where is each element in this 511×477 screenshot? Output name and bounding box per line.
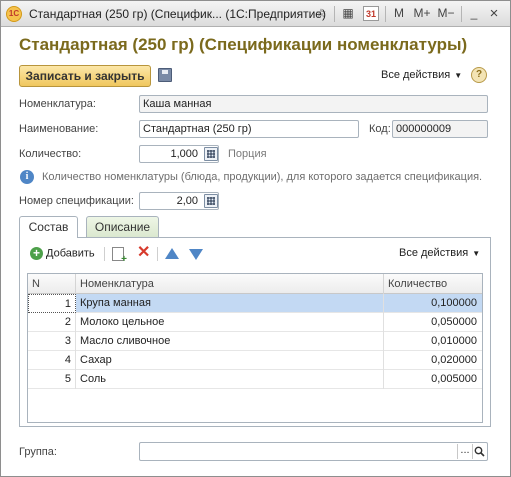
composition-table: N Номенклатура Количество 1 Крупа манная… bbox=[27, 273, 483, 423]
memory-m-button[interactable]: M bbox=[392, 5, 406, 22]
add-button-label: Добавить bbox=[46, 247, 95, 260]
all-actions-menu[interactable]: Все действия ▼ bbox=[381, 69, 462, 81]
table-row[interactable]: 5 Соль 0,005000 bbox=[28, 370, 482, 389]
favorite-star-icon[interactable]: ☆ bbox=[313, 5, 329, 22]
row-nomenclature[interactable]: Крупа манная bbox=[76, 294, 384, 313]
tab-composition[interactable]: Состав bbox=[19, 216, 78, 238]
name-label: Наименование: bbox=[19, 123, 99, 135]
form-title: Стандартная (250 гр) (Спецификации номен… bbox=[19, 35, 468, 54]
add-button[interactable]: + Добавить bbox=[30, 247, 95, 263]
row-nomenclature[interactable]: Масло сливочное bbox=[76, 332, 384, 351]
memory-mplus-button[interactable]: M+ bbox=[411, 5, 433, 22]
calculator-icon[interactable] bbox=[204, 194, 218, 208]
column-header-nomenclature[interactable]: Номенклатура bbox=[76, 274, 384, 294]
code-label: Код: bbox=[369, 123, 391, 135]
table-row[interactable]: 4 Сахар 0,020000 bbox=[28, 351, 482, 370]
name-field[interactable]: Стандартная (250 гр) bbox=[139, 120, 359, 138]
copy-icon[interactable] bbox=[112, 247, 127, 264]
nomenclature-label: Номенклатура: bbox=[19, 98, 96, 110]
nomenclature-field[interactable]: Каша манная bbox=[139, 95, 488, 113]
row-nomenclature[interactable]: Соль bbox=[76, 370, 384, 389]
quantity-label: Количество: bbox=[19, 148, 82, 160]
group-label: Группа: bbox=[19, 446, 57, 458]
column-header-quantity[interactable]: Количество bbox=[384, 274, 482, 294]
code-field[interactable]: 000000009 bbox=[392, 120, 488, 138]
move-up-icon[interactable] bbox=[165, 248, 179, 259]
all-actions-label: Все действия bbox=[381, 69, 451, 81]
row-number: 1 bbox=[28, 294, 76, 313]
chevron-down-icon: ▼ bbox=[472, 249, 481, 258]
info-icon: i bbox=[20, 170, 34, 184]
select-ellipsis-button[interactable]: ... bbox=[457, 444, 472, 459]
toolbar-separator bbox=[157, 247, 158, 261]
toolbar-separator bbox=[104, 247, 105, 261]
titlebar-separator bbox=[461, 6, 462, 22]
column-header-n[interactable]: N bbox=[28, 274, 76, 294]
spec-number-label: Номер спецификации: bbox=[19, 195, 134, 207]
row-number: 5 bbox=[28, 370, 76, 389]
delete-icon[interactable]: ✕ bbox=[137, 245, 150, 261]
all-actions-label: Все действия bbox=[399, 247, 469, 259]
table-header: N Номенклатура Количество bbox=[28, 274, 482, 294]
row-quantity[interactable]: 0,050000 bbox=[384, 313, 482, 332]
close-button[interactable]: × bbox=[487, 5, 501, 22]
calculator-icon[interactable] bbox=[204, 147, 218, 161]
search-icon bbox=[474, 446, 485, 457]
save-and-close-button[interactable]: Записать и закрыть bbox=[19, 65, 151, 87]
save-icon[interactable] bbox=[158, 68, 172, 82]
row-nomenclature[interactable]: Сахар bbox=[76, 351, 384, 370]
move-down-icon[interactable] bbox=[189, 249, 203, 260]
titlebar-separator bbox=[385, 6, 386, 22]
title-bar: 1С Стандартная (250 гр) (Специфик... (1С… bbox=[1, 1, 510, 27]
row-number: 4 bbox=[28, 351, 76, 370]
table-row[interactable]: 2 Молоко цельное 0,050000 bbox=[28, 313, 482, 332]
row-quantity[interactable]: 0,100000 bbox=[384, 294, 482, 313]
search-button[interactable] bbox=[472, 444, 487, 459]
titlebar-separator bbox=[334, 6, 335, 22]
chevron-down-icon: ▼ bbox=[454, 71, 463, 80]
info-text: Количество номенклатуры (блюда, продукци… bbox=[42, 171, 483, 183]
minimize-button[interactable]: _ bbox=[467, 5, 481, 22]
row-number: 2 bbox=[28, 313, 76, 332]
group-field[interactable]: ... bbox=[139, 442, 488, 461]
help-icon[interactable]: ? bbox=[471, 67, 487, 83]
table-all-actions-menu[interactable]: Все действия ▼ bbox=[399, 247, 480, 263]
window-title: Стандартная (250 гр) (Специфик... (1С:Пр… bbox=[29, 7, 326, 21]
row-quantity[interactable]: 0,010000 bbox=[384, 332, 482, 351]
1c-logo-icon: 1С bbox=[6, 6, 22, 22]
memory-mminus-button[interactable]: M− bbox=[436, 5, 456, 22]
calendar-icon[interactable]: 31 bbox=[363, 6, 379, 21]
row-number: 3 bbox=[28, 332, 76, 351]
calculator-icon[interactable]: ▦ bbox=[341, 5, 355, 22]
table-row[interactable]: 1 Крупа манная 0,100000 bbox=[28, 294, 482, 313]
row-quantity[interactable]: 0,020000 bbox=[384, 351, 482, 370]
form-window: 1С Стандартная (250 гр) (Специфик... (1С… bbox=[0, 0, 511, 477]
row-nomenclature[interactable]: Молоко цельное bbox=[76, 313, 384, 332]
quantity-unit: Порция bbox=[228, 148, 267, 160]
row-quantity[interactable]: 0,005000 bbox=[384, 370, 482, 389]
plus-icon: + bbox=[30, 247, 43, 260]
tab-description[interactable]: Описание bbox=[86, 216, 159, 237]
table-row[interactable]: 3 Масло сливочное 0,010000 bbox=[28, 332, 482, 351]
